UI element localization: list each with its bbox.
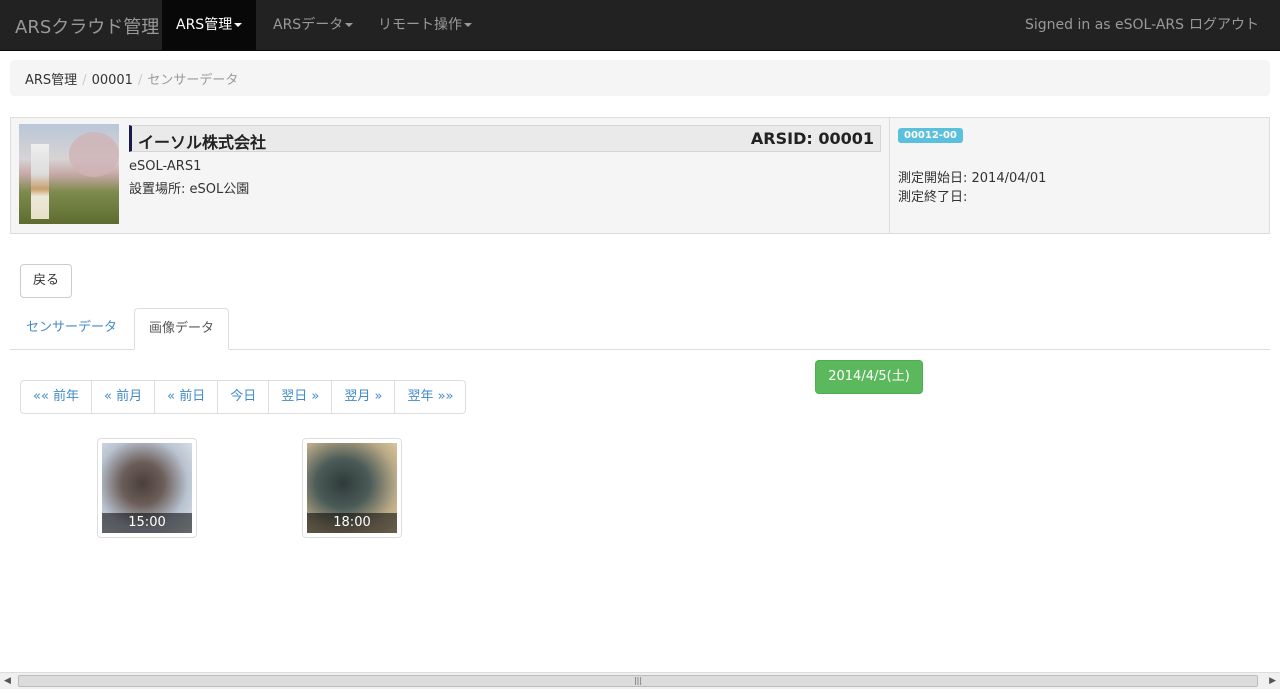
logout-link[interactable]: ログアウト [1189, 0, 1259, 50]
thumbnail-image: 18:00 [307, 443, 397, 533]
date-pager: «« 前年 « 前月 « 前日 今日 翌日 » 翌月 » 翌年 »» [20, 380, 467, 414]
device-model: eSOL-ARS1 [129, 159, 202, 174]
device-info-left: イーソル株式会社 ARSID: 00001 eSOL-ARS1 設置場所: eS… [11, 118, 890, 233]
pager-prev-month[interactable]: « 前月 [91, 381, 154, 413]
tab-sensor-data[interactable]: センサーデータ [12, 308, 131, 350]
nav-remote-operation-label: リモート操作 [378, 17, 462, 33]
device-info-panel: イーソル株式会社 ARSID: 00001 eSOL-ARS1 設置場所: eS… [10, 117, 1270, 234]
breadcrumb-device[interactable]: 00001 [92, 73, 133, 88]
breadcrumb-separator: / [137, 73, 143, 88]
pager-next-year[interactable]: 翌年 »» [394, 381, 465, 413]
device-photo [19, 124, 119, 224]
thumbnail-time: 15:00 [102, 513, 192, 533]
breadcrumb-ars-management[interactable]: ARS管理 [25, 73, 77, 88]
company-name: イーソル株式会社 [138, 133, 267, 152]
current-date-button[interactable]: 2014/4/5(土) [815, 360, 923, 394]
ars-id: ARSID: 00001 [750, 129, 874, 148]
brand-title[interactable]: ARSクラウド管理 [15, 13, 159, 39]
measurement-end-date: 測定終了日: [898, 190, 968, 205]
breadcrumb: ARS管理 / 00001 / センサーデータ [10, 60, 1270, 96]
device-info-right: 00012-00 測定開始日: 2014/04/01 測定終了日: [891, 118, 1269, 233]
thumbnail-time: 18:00 [307, 513, 397, 533]
nav-ars-management[interactable]: ARS管理 [162, 0, 257, 50]
chevron-down-icon [345, 23, 354, 27]
nav-ars-data[interactable]: ARSデータ [259, 0, 367, 50]
measurement-start-date: 測定開始日: 2014/04/01 [898, 171, 1047, 186]
thumbnail-image: 15:00 [102, 443, 192, 533]
chevron-down-icon [234, 23, 243, 27]
scroll-left-icon[interactable]: ◀ [4, 676, 11, 686]
nav-ars-data-label: ARSデータ [273, 17, 344, 33]
breadcrumb-separator: / [82, 73, 87, 88]
chevron-down-icon [464, 23, 472, 27]
pager-next-day[interactable]: 翌日 » [268, 381, 331, 413]
top-navbar: ARSクラウド管理 ARS管理 ARSデータ リモート操作 Signed in … [0, 0, 1280, 51]
breadcrumb-current: センサーデータ [147, 73, 239, 88]
tab-image-data[interactable]: 画像データ [134, 308, 230, 350]
nav-remote-operation[interactable]: リモート操作 [364, 0, 486, 50]
scroll-right-icon[interactable]: ▶ [1269, 676, 1276, 686]
pager-prev-year[interactable]: «« 前年 [21, 381, 91, 413]
image-thumbnail[interactable]: 15:00 [97, 438, 197, 538]
device-location: 設置場所: eSOL公園 [129, 182, 250, 197]
pager-prev-day[interactable]: « 前日 [154, 381, 217, 413]
pager-today[interactable]: 今日 [217, 381, 268, 413]
scrollbar-thumb[interactable]: ||| [18, 675, 1258, 687]
horizontal-scrollbar[interactable]: ◀ ||| ▶ [0, 672, 1280, 689]
device-code-badge: 00012-00 [898, 128, 963, 143]
image-thumbnail[interactable]: 18:00 [302, 438, 402, 538]
device-title-bar: イーソル株式会社 ARSID: 00001 [129, 125, 881, 152]
nav-ars-management-label: ARS管理 [176, 17, 233, 33]
signed-in-text: Signed in as eSOL-ARS [1025, 17, 1185, 33]
back-button[interactable]: 戻る [20, 264, 72, 298]
pager-next-month[interactable]: 翌月 » [331, 381, 394, 413]
